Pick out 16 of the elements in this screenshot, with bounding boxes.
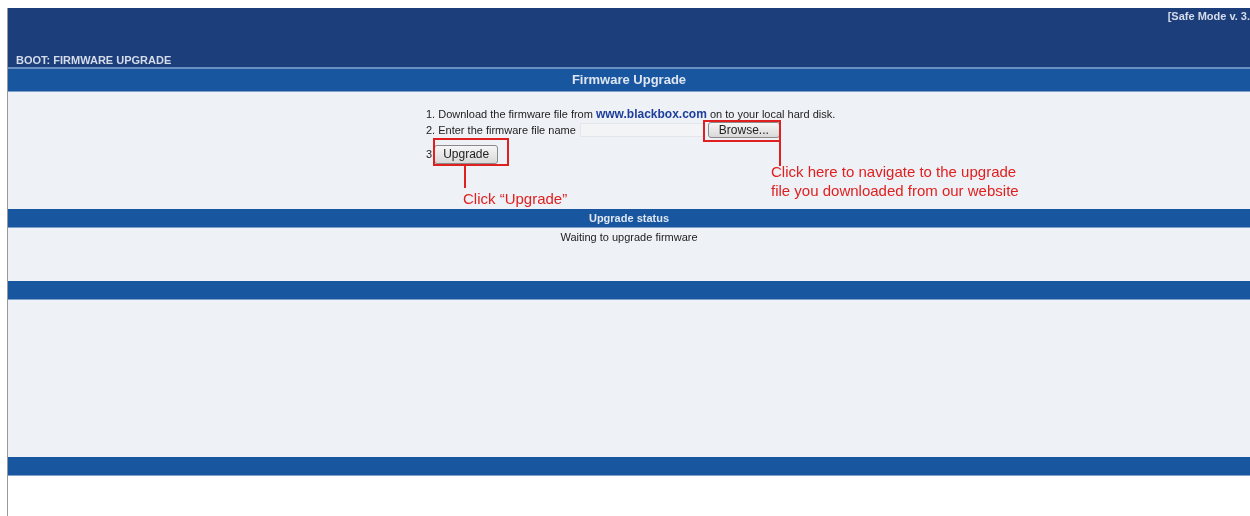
section-header: Firmware Upgrade: [8, 69, 1250, 92]
step-text: 1. Download the firmware file from www.blackbox.com on to your local hard disk.: [426, 108, 836, 120]
section-header: Upgrade status: [8, 209, 1250, 228]
step-number: 3: [426, 147, 433, 162]
website-link[interactable]: www.blackbox.com: [595, 107, 707, 121]
mode-label: [Safe Mode v. 3.: [1167, 10, 1250, 22]
upgrade-button[interactable]: Upgrade: [434, 144, 499, 164]
page-title: BOOT: FIRMWARE UPGRADE: [16, 54, 172, 66]
leader-line: [464, 166, 466, 188]
annotation-text: Click “Upgrade”: [463, 189, 568, 208]
step-text: 2. Enter the firmware file name: [426, 123, 576, 138]
status-message: Waiting to upgrade firmware: [560, 231, 698, 243]
file-name-field[interactable]: [579, 123, 704, 137]
leader-line: [779, 142, 781, 166]
annotation-text: Click here to navigate to the upgrade file you downloaded from our website: [771, 162, 1019, 200]
browse-button[interactable]: Browse...: [707, 122, 780, 138]
